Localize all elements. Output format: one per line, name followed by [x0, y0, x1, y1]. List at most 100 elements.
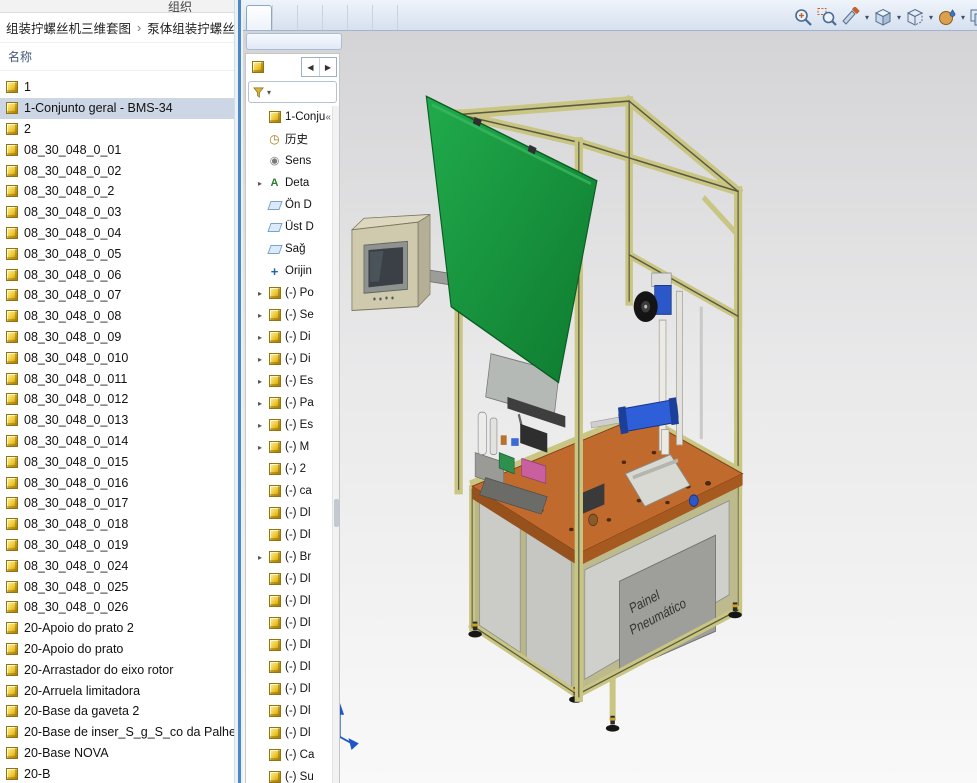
file-item[interactable]: 08_30_048_0_012 — [0, 389, 234, 410]
tree-item[interactable]: (-) Di — [246, 348, 332, 370]
display-style-icon[interactable] — [903, 5, 927, 30]
file-item[interactable]: 1 — [0, 77, 234, 98]
file-item[interactable]: 08_30_048_0_016 — [0, 472, 234, 493]
expand-arrow-icon[interactable] — [258, 421, 267, 430]
expand-arrow-icon[interactable] — [258, 289, 267, 298]
file-item[interactable]: 08_30_048_0_018 — [0, 514, 234, 535]
ribbon-tab[interactable] — [297, 5, 322, 30]
filter-dropdown-icon[interactable]: ▾ — [267, 88, 271, 97]
view-settings-icon[interactable] — [967, 5, 977, 30]
graphics-viewport[interactable]: Painel Pneumático — [243, 31, 977, 783]
file-item[interactable]: 08_30_048_0_01 — [0, 139, 234, 160]
file-item[interactable]: 20-Base da gaveta 2 — [0, 701, 234, 722]
file-item[interactable]: 08_30_048_0_025 — [0, 576, 234, 597]
tree-item[interactable]: (-) Su — [246, 766, 332, 783]
tree-item[interactable]: (-) Dl — [246, 678, 332, 700]
organize-tab[interactable]: 组织 — [158, 0, 202, 13]
zoom-area-icon[interactable] — [815, 5, 839, 30]
dropdown-arrow-icon[interactable]: ▾ — [863, 13, 871, 22]
command-group-box[interactable] — [246, 33, 342, 50]
tree-item[interactable]: (-) Br — [246, 546, 332, 568]
file-item[interactable]: 08_30_048_0_011 — [0, 368, 234, 389]
tree-item[interactable]: (-) Dl — [246, 568, 332, 590]
file-item[interactable]: 08_30_048_0_010 — [0, 347, 234, 368]
tree-item[interactable]: (-) Es — [246, 414, 332, 436]
tree-item[interactable]: (-) Dl — [246, 656, 332, 678]
panel-nav-back-button[interactable]: ◀ — [302, 58, 319, 76]
view-orientation-icon[interactable] — [871, 5, 895, 30]
expand-arrow-icon[interactable] — [258, 355, 267, 364]
ribbon-tab[interactable] — [246, 5, 272, 30]
tree-item[interactable]: Sens — [246, 150, 332, 172]
feature-tree-scrollbar[interactable] — [332, 106, 339, 783]
ribbon-tab[interactable] — [272, 5, 297, 30]
file-item[interactable]: 20-B — [0, 763, 234, 783]
file-item[interactable]: 08_30_048_0_024 — [0, 555, 234, 576]
tree-item[interactable]: (-) Dl — [246, 700, 332, 722]
tree-item[interactable]: (-) Dl — [246, 590, 332, 612]
file-item[interactable]: 08_30_048_0_04 — [0, 223, 234, 244]
tree-item[interactable]: 历史 — [246, 128, 332, 150]
machine-3d-model[interactable]: Painel Pneumático — [243, 31, 977, 783]
tree-item[interactable]: (-) Dl — [246, 634, 332, 656]
tree-item[interactable]: (-) Di — [246, 326, 332, 348]
ribbon-tab[interactable] — [347, 5, 372, 30]
dropdown-arrow-icon[interactable]: ▾ — [959, 13, 967, 22]
tree-item[interactable]: (-) Es — [246, 370, 332, 392]
splitter-bar[interactable] — [238, 0, 241, 783]
tree-item[interactable]: (-) M — [246, 436, 332, 458]
tree-item[interactable]: (-) Ca — [246, 744, 332, 766]
file-item[interactable]: 08_30_048_0_013 — [0, 410, 234, 431]
tree-item[interactable]: Orijin — [246, 260, 332, 282]
tree-item[interactable]: Deta — [246, 172, 332, 194]
file-item[interactable]: 08_30_048_0_02 — [0, 160, 234, 181]
scrollbar-thumb[interactable] — [334, 499, 339, 527]
dropdown-arrow-icon[interactable]: ▾ — [927, 13, 935, 22]
panel-nav-forward-button[interactable]: ▶ — [319, 58, 336, 76]
tree-item[interactable]: (-) Dl — [246, 612, 332, 634]
tree-item[interactable]: Ön D — [246, 194, 332, 216]
tree-item[interactable]: Sağ — [246, 238, 332, 260]
file-item[interactable]: 08_30_048_0_019 — [0, 535, 234, 556]
tree-item[interactable]: (-) Dl — [246, 722, 332, 744]
tree-item[interactable]: (-) Po — [246, 282, 332, 304]
appearance-icon[interactable] — [935, 5, 959, 30]
name-column-header[interactable]: 名称 — [0, 43, 243, 71]
expand-arrow-icon[interactable] — [258, 443, 267, 452]
file-item[interactable]: 08_30_048_0_026 — [0, 597, 234, 618]
file-item[interactable]: 20-Base NOVA — [0, 743, 234, 764]
file-item[interactable]: 08_30_048_0_09 — [0, 327, 234, 348]
tree-item[interactable]: (-) Dl — [246, 502, 332, 524]
breadcrumb-item[interactable]: 泵体组装拧螺丝机三 — [147, 18, 243, 37]
expand-arrow-icon[interactable] — [258, 377, 267, 386]
tree-item[interactable]: 1-Conju — [246, 106, 332, 128]
file-item[interactable]: 1-Conjunto geral - BMS-34 — [0, 98, 234, 119]
tree-item[interactable]: (-) Dl — [246, 524, 332, 546]
file-item[interactable]: 20-Base de inser_S_g_S_co da Palhet... — [0, 722, 234, 743]
file-item[interactable]: 08_30_048_0_2 — [0, 181, 234, 202]
file-item[interactable]: 08_30_048_0_03 — [0, 202, 234, 223]
expand-arrow-icon[interactable] — [258, 311, 267, 320]
zoom-in-icon[interactable] — [791, 5, 815, 30]
breadcrumb-item[interactable]: 组装拧螺丝机三维套图 — [6, 18, 131, 37]
ribbon-tab[interactable] — [372, 5, 397, 30]
tree-item[interactable]: (-) Pa — [246, 392, 332, 414]
file-item[interactable]: 20-Apoio do prato — [0, 639, 234, 660]
ribbon-tab[interactable] — [322, 5, 347, 30]
tree-item[interactable]: (-) 2 — [246, 458, 332, 480]
tree-item[interactable]: (-) ca — [246, 480, 332, 502]
file-item[interactable]: 08_30_048_0_07 — [0, 285, 234, 306]
tree-item[interactable]: (-) Se — [246, 304, 332, 326]
file-item[interactable]: 08_30_048_0_05 — [0, 243, 234, 264]
file-item[interactable]: 08_30_048_0_06 — [0, 264, 234, 285]
section-view-icon[interactable] — [839, 5, 863, 30]
dropdown-arrow-icon[interactable]: ▾ — [895, 13, 903, 22]
file-item[interactable]: 20-Apoio do prato 2 — [0, 618, 234, 639]
tree-item[interactable]: Üst D — [246, 216, 332, 238]
expand-arrow-icon[interactable] — [258, 399, 267, 408]
file-item[interactable]: 08_30_048_0_08 — [0, 306, 234, 327]
panel-splitter[interactable] — [234, 0, 243, 783]
file-item[interactable]: 08_30_048_0_014 — [0, 431, 234, 452]
expand-arrow-icon[interactable] — [258, 333, 267, 342]
ribbon-tab[interactable] — [397, 5, 422, 30]
